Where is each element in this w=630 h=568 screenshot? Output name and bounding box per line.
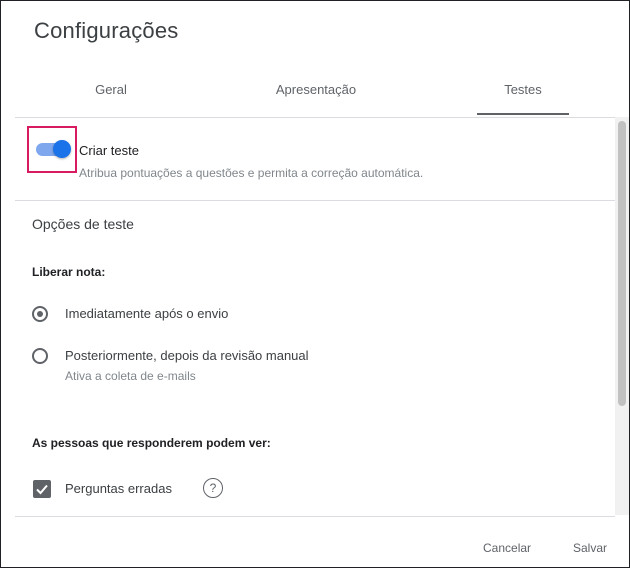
respondents-can-see-label: As pessoas que responderem podem ver: [32,436,271,450]
quiz-options-title: Opções de teste [32,216,134,232]
tab-label: Geral [95,81,127,97]
save-button[interactable]: Salvar [573,541,607,555]
help-icon[interactable]: ? [203,478,223,498]
active-tab-indicator [477,113,569,115]
tab-label: Apresentação [275,81,357,97]
make-quiz-row: Criar teste Atribua pontuações a questõe… [15,118,615,201]
settings-content: Criar teste Atribua pontuações a questõe… [15,117,615,517]
radio-immediately-label[interactable]: Imediatamente após o envio [65,306,228,321]
tab-geral[interactable]: Geral [41,63,181,115]
dialog-title: Configurações [34,18,179,43]
radio-later[interactable] [32,348,48,364]
scrollbar-thumb[interactable] [618,121,626,406]
radio-later-sublabel: Ativa a coleta de e-mails [65,369,196,383]
tab-bar: Geral Apresentação Testes [1,63,629,115]
make-quiz-description: Atribua pontuações a questões e permita … [79,166,424,180]
tab-apresentacao[interactable]: Apresentação [226,63,406,115]
radio-later-label[interactable]: Posteriormente, depois da revisão manual [65,348,309,363]
check-icon [36,484,48,495]
checkbox-missed-questions[interactable] [33,480,51,498]
make-quiz-title: Criar teste [79,143,139,158]
make-quiz-toggle[interactable] [33,140,71,158]
tab-label: Testes [504,81,542,97]
settings-dialog: Configurações Geral Apresentação Testes … [0,0,630,568]
tab-testes[interactable]: Testes [477,63,569,115]
toggle-knob [53,140,71,158]
cancel-button[interactable]: Cancelar [483,541,531,555]
radio-immediately[interactable] [32,306,48,322]
missed-questions-label[interactable]: Perguntas erradas [65,481,172,496]
radio-dot [37,311,43,317]
release-grade-label: Liberar nota: [32,265,106,279]
